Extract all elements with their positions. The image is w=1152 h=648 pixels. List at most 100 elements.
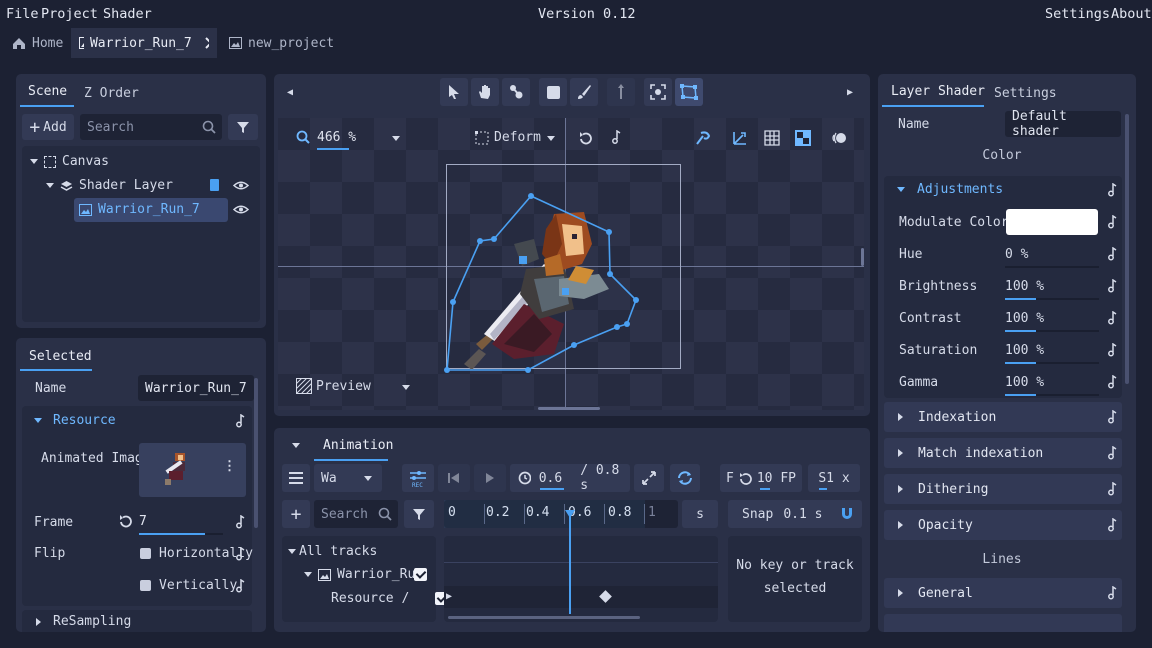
zoom-slider[interactable] — [317, 148, 349, 150]
mode-dropdown-icon[interactable] — [547, 136, 555, 141]
preview-dropdown-icon[interactable] — [402, 385, 410, 390]
param-contrast-slider[interactable] — [1005, 330, 1099, 332]
grid-icon[interactable] — [764, 130, 780, 146]
key-icon[interactable] — [1108, 518, 1117, 532]
reset-icon[interactable] — [578, 131, 592, 145]
tab-warrior-run[interactable]: Warrior_Run_7 — [71, 28, 217, 58]
track-all[interactable]: All tracks — [288, 544, 377, 559]
script-icon[interactable] — [209, 178, 220, 192]
key-icon[interactable] — [1108, 375, 1117, 389]
loop-toggle-button[interactable] — [670, 464, 700, 492]
modulate-color-swatch[interactable] — [1006, 209, 1098, 235]
zoom-value[interactable]: 466 % — [317, 130, 356, 145]
track-resource-label[interactable]: Resource / — [331, 591, 409, 606]
snap-magnet-icon[interactable] — [695, 130, 711, 146]
animation-menu-button[interactable] — [282, 464, 310, 492]
resource-header[interactable]: Resource — [34, 413, 116, 428]
key-icon[interactable] — [1108, 410, 1117, 424]
paint-tool-button[interactable] — [570, 78, 598, 106]
key-icon[interactable] — [1108, 247, 1117, 261]
scroll-right-arrow-icon[interactable]: ▶ — [847, 87, 853, 98]
time-display[interactable]: 0.6 / 0.8 s — [510, 463, 630, 493]
flip-vertically-checkbox[interactable]: Vertically — [140, 578, 237, 593]
more-options-icon[interactable]: ⋮ — [223, 459, 236, 474]
bone-tool-button[interactable] — [502, 78, 530, 106]
node-name-input[interactable]: Warrior_Run_7 — [138, 375, 254, 401]
param-hue-value[interactable]: 0 % — [1005, 247, 1028, 262]
tree-item-shader-layer[interactable]: Shader Layer — [46, 178, 256, 193]
scene-search-input[interactable]: Search — [80, 114, 222, 140]
frame-slider[interactable] — [139, 533, 223, 535]
param-saturation-slider[interactable] — [1005, 362, 1099, 364]
key-icon[interactable] — [236, 579, 245, 593]
speed-field[interactable]: S1 x — [808, 464, 860, 492]
section-next-collapsed[interactable] — [884, 614, 1122, 632]
animation-select[interactable]: Wa — [314, 464, 382, 492]
section-match-indexation[interactable]: Match indexation — [884, 438, 1122, 468]
track-node[interactable]: Warrior_Ru — [304, 567, 415, 582]
menu-shader[interactable]: Shader — [103, 6, 152, 22]
adjustments-header[interactable]: Adjustments — [897, 182, 1003, 197]
param-brightness-value[interactable]: 100 % — [1005, 279, 1044, 294]
param-gamma-slider[interactable] — [1005, 394, 1099, 396]
record-button[interactable]: REC — [402, 464, 434, 492]
tab-animation[interactable]: Animation — [323, 432, 393, 458]
time-unit-button[interactable]: s — [682, 500, 718, 528]
fit-timeline-button[interactable] — [634, 464, 664, 492]
key-icon[interactable] — [1108, 183, 1117, 197]
select-tool-button[interactable] — [440, 78, 468, 106]
deform-mesh[interactable] — [442, 192, 642, 376]
visibility-eye-icon[interactable] — [233, 180, 249, 191]
close-icon[interactable] — [204, 36, 209, 50]
axis-gizmo-icon[interactable] — [731, 130, 747, 146]
param-gamma-value[interactable]: 100 % — [1005, 375, 1044, 390]
pan-tool-button[interactable] — [471, 78, 499, 106]
menu-about[interactable]: About — [1111, 6, 1152, 22]
tab-shader-settings[interactable]: Settings — [994, 80, 1057, 106]
menu-project[interactable]: Project — [41, 6, 98, 22]
key-icon[interactable] — [1108, 343, 1117, 357]
onion-skin-icon[interactable] — [832, 130, 848, 146]
timeline-ruler[interactable]: 0 0.2 0.4 0.6 0.8 1 — [444, 500, 678, 528]
key-icon[interactable] — [1108, 215, 1117, 229]
pin-tool-button[interactable] — [607, 78, 635, 106]
tree-item-canvas[interactable]: Canvas — [30, 154, 109, 169]
zoom-dropdown-icon[interactable] — [392, 136, 400, 141]
tab-layer-shader[interactable]: Layer Shader — [891, 78, 985, 104]
shape-tool-button[interactable] — [539, 78, 567, 106]
menu-settings[interactable]: Settings — [1045, 6, 1110, 22]
keyframe-area[interactable]: ▶ — [444, 536, 718, 622]
tab-scene[interactable]: Scene — [28, 78, 67, 104]
key-icon[interactable] — [1108, 482, 1117, 496]
key-icon[interactable] — [1108, 311, 1117, 325]
fps-slider[interactable] — [760, 488, 770, 490]
key-icon[interactable] — [236, 414, 245, 428]
tab-home[interactable]: Home — [4, 28, 71, 58]
tab-z-order[interactable]: Z Order — [84, 80, 139, 106]
track-filter-button[interactable] — [404, 500, 434, 528]
param-contrast-value[interactable]: 100 % — [1005, 311, 1044, 326]
snap-field[interactable]: Snap 0.1 s — [728, 500, 862, 528]
key-icon[interactable] — [236, 515, 245, 529]
section-indexation[interactable]: Indexation — [884, 402, 1122, 432]
key-icon[interactable] — [1108, 446, 1117, 460]
preview-label[interactable]: Preview — [316, 379, 371, 394]
section-general[interactable]: General — [884, 578, 1122, 608]
filter-button[interactable] — [228, 114, 258, 140]
loop-icon[interactable] — [118, 514, 133, 529]
key-icon[interactable] — [1108, 279, 1117, 293]
section-opacity[interactable]: Opacity — [884, 510, 1122, 540]
param-brightness-slider[interactable] — [1005, 298, 1099, 300]
previous-frame-button[interactable] — [438, 464, 470, 492]
scroll-left-arrow-icon[interactable]: ◀ — [287, 87, 293, 98]
scrollbar[interactable] — [254, 378, 258, 528]
deform-mode-label[interactable]: Deform — [494, 130, 541, 145]
key-icon[interactable] — [1108, 586, 1117, 600]
add-track-button[interactable]: + — [282, 500, 310, 528]
tab-new-project[interactable]: new_project — [221, 28, 342, 58]
add-button[interactable]: + Add — [22, 114, 74, 140]
time-slider[interactable] — [540, 488, 564, 490]
speed-slider[interactable] — [819, 488, 827, 490]
viewport-horizontal-scrollbar[interactable] — [538, 407, 600, 410]
visibility-eye-icon[interactable] — [233, 204, 249, 215]
